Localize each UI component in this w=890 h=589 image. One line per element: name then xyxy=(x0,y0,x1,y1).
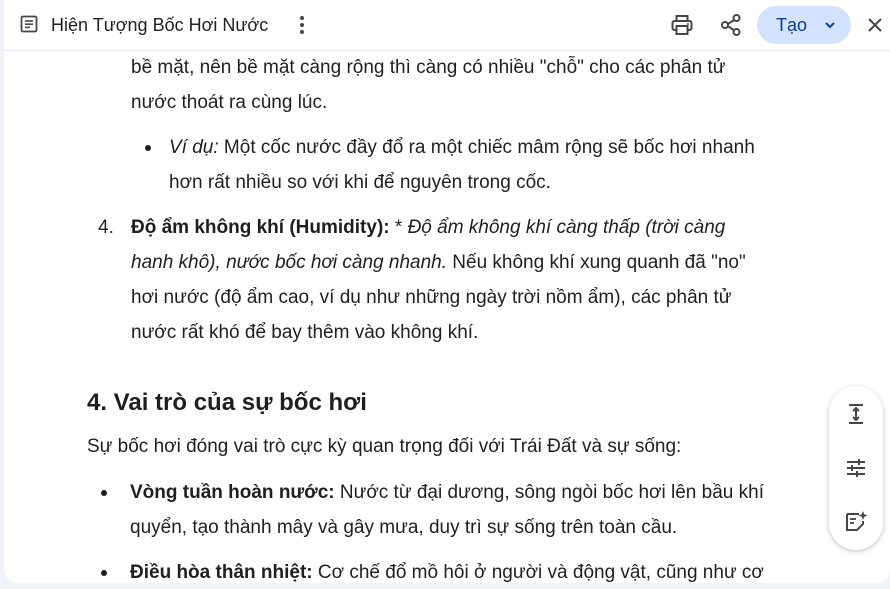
water-cycle-title: Vòng tuần hoàn nước: xyxy=(130,482,335,503)
paragraph-line: bề mặt, nên bề mặt càng rộng thì càng có… xyxy=(131,57,726,78)
add-notes-icon xyxy=(842,511,870,540)
example-label: Ví dụ: xyxy=(169,137,219,158)
humidity-star: * xyxy=(389,217,408,238)
thermoregulation-title: Điều hòa thân nhiệt: xyxy=(130,562,313,583)
bullet-dot xyxy=(101,570,107,576)
close-button[interactable] xyxy=(863,13,887,37)
document-title: Hiện Tượng Bốc Hơi Nước xyxy=(51,15,269,35)
more-vertical-icon xyxy=(291,16,313,42)
document-content: bề mặt, nên bề mặt càng rộng thì càng có… xyxy=(4,0,890,583)
humidity-italic-2: hanh khô), nước bốc hơi càng nhanh. xyxy=(131,252,447,273)
example-line: Ví dụ: Một cốc nước đầy đổ ra một chiếc … xyxy=(169,130,755,165)
close-icon xyxy=(863,18,887,41)
humidity-line-1: Độ ẩm không khí (Humidity): * Độ ẩm khôn… xyxy=(131,210,725,245)
bullet-dot xyxy=(145,145,151,151)
document-panel: bề mặt, nên bề mặt càng rộng thì càng có… xyxy=(4,0,890,583)
humidity-line-3: hơi nước (độ ẩm cao, ví dụ như những ngà… xyxy=(131,287,732,308)
humidity-line-4: nước rất khó để bay thêm vào không khí. xyxy=(131,322,479,343)
section-heading: 4. Vai trò của sự bốc hơi xyxy=(87,389,367,416)
thermoregulation-line: Điều hòa thân nhiệt: Cơ chế đổ mồ hôi ở … xyxy=(130,555,764,583)
tune-icon xyxy=(842,459,870,486)
create-button-label: Tạo xyxy=(776,15,808,35)
add-notes-button[interactable] xyxy=(842,508,870,536)
document-icon xyxy=(19,14,39,34)
more-options-button[interactable] xyxy=(291,12,313,38)
humidity-line-2: hanh khô), nước bốc hơi càng nhanh. Nếu … xyxy=(131,245,746,280)
top-bar: Hiện Tượng Bốc Hơi Nước Tạo xyxy=(4,0,890,51)
example-text: Một cốc nước đầy đổ ra một chiếc mâm rộn… xyxy=(218,137,755,158)
tune-button[interactable] xyxy=(842,454,870,482)
create-button[interactable]: Tạo xyxy=(757,6,851,44)
share-icon xyxy=(718,14,744,42)
list-number: 4. xyxy=(98,217,114,238)
expand-height-button[interactable] xyxy=(842,400,870,428)
paragraph-line: nước thoát ra cùng lúc. xyxy=(131,92,328,113)
water-cycle-text: Nước từ đại dương, sông ngòi bốc hơi lên… xyxy=(334,482,764,503)
water-cycle-line-2: quyển, tạo thành mây và gây mưa, duy trì… xyxy=(130,517,678,538)
humidity-title: Độ ẩm không khí (Humidity): xyxy=(131,217,390,238)
print-icon xyxy=(669,15,695,42)
example-line-2: hơn rất nhiều so với khi để nguyên trong… xyxy=(169,172,551,193)
bullet-dot xyxy=(101,490,107,496)
humidity-text: Nếu không khí xung quanh đã "no" xyxy=(447,252,746,273)
chevron-down-icon xyxy=(823,18,837,32)
thermoregulation-text: Cơ chế đổ mồ hôi ở người và động vật, cũ… xyxy=(312,562,764,583)
share-button[interactable] xyxy=(718,12,744,38)
humidity-italic: Độ ẩm không khí càng thấp (trời càng xyxy=(407,217,726,238)
print-button[interactable] xyxy=(669,12,695,38)
section-intro: Sự bốc hơi đóng vai trò cực kỳ quan trọn… xyxy=(87,436,682,457)
floating-toolbar xyxy=(829,386,883,550)
water-cycle-line-1: Vòng tuần hoàn nước: Nước từ đại dương, … xyxy=(130,475,764,510)
expand-height-icon xyxy=(842,404,870,432)
